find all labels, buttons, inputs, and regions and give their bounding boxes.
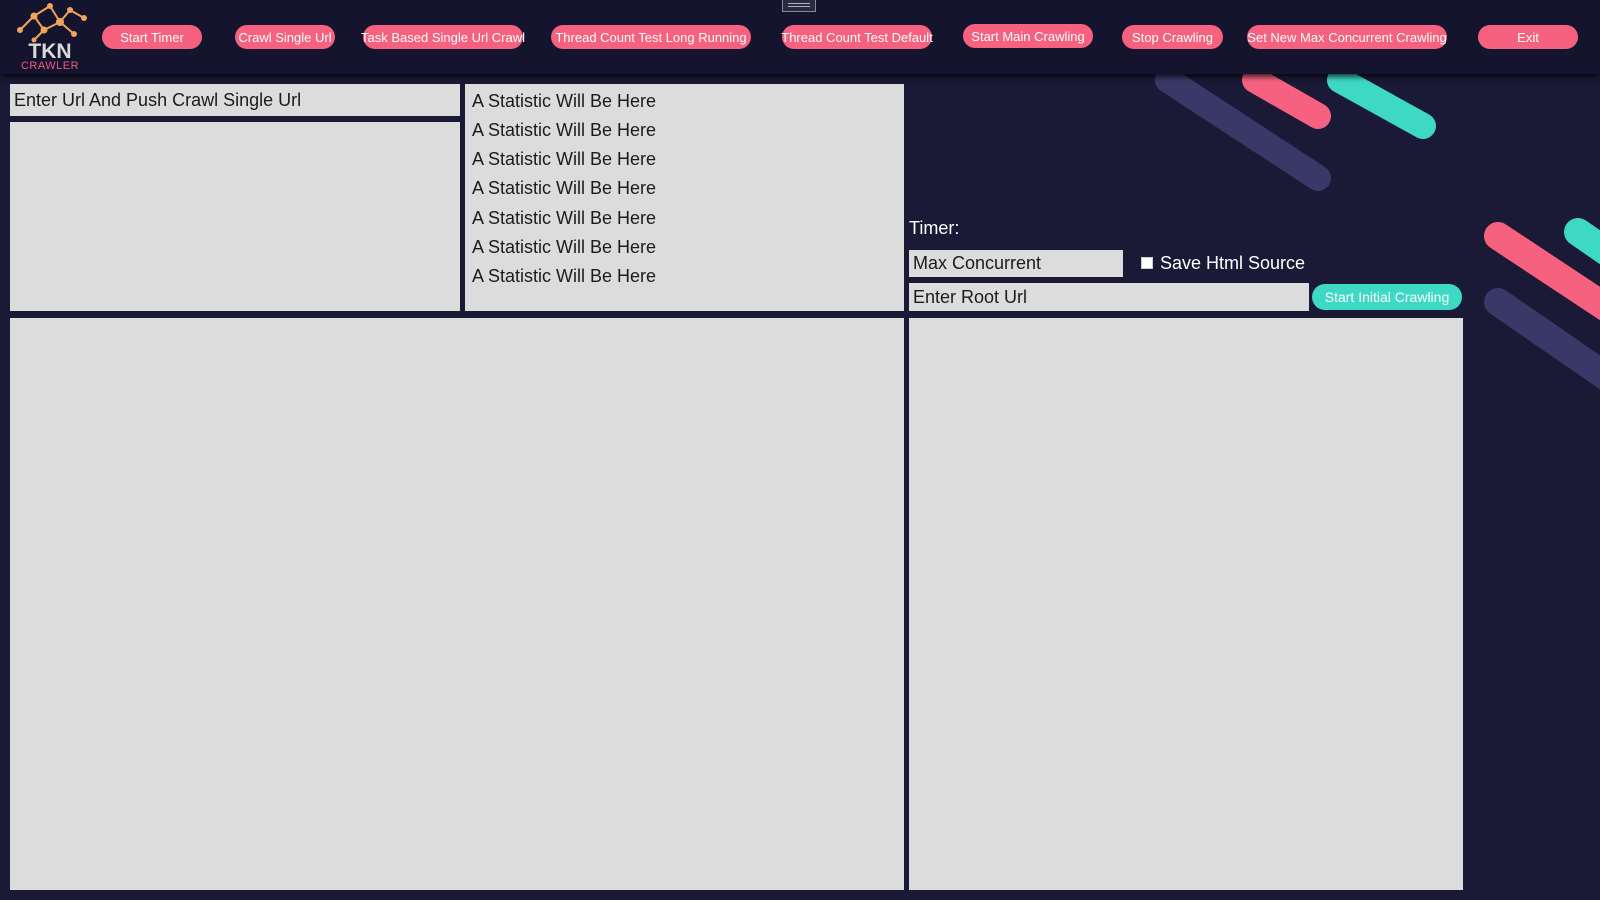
crawl-log-panel [10,318,904,890]
statistic-line: A Statistic Will Be Here [472,91,657,111]
statistics-panel: A Statistic Will Be Here A Statistic Wil… [465,84,904,311]
crawl-single-url-button[interactable]: Crawl Single Url [235,25,335,49]
statistic-line: A Statistic Will Be Here [472,266,657,286]
single-url-output-panel [10,122,460,311]
network-logo-icon [17,3,87,43]
statistic-line: A Statistic Will Be Here [472,178,657,198]
save-html-source-label: Save Html Source [1160,253,1306,273]
thread-count-test-default-button[interactable]: Thread Count Test Default [781,25,933,49]
root-url-input[interactable]: Enter Root Url [909,283,1309,311]
statistic-line: A Statistic Will Be Here [472,237,657,257]
exit-button[interactable]: Exit [1478,25,1578,49]
set-new-max-concurrent-crawling-button[interactable]: Set New Max Concurrent Crawling [1247,25,1447,49]
thread-count-test-long-running-button[interactable]: Thread Count Test Long Running [551,25,751,49]
start-initial-crawling-button[interactable]: Start Initial Crawling [1312,284,1462,310]
start-timer-button[interactable]: Start Timer [102,25,202,49]
app-logo: TKN CRAWLER [14,0,92,72]
max-concurrent-input[interactable]: Max Concurrent [909,250,1123,277]
start-main-crawling-button[interactable]: Start Main Crawling [963,24,1093,48]
statistic-line: A Statistic Will Be Here [472,120,657,140]
statistic-line: A Statistic Will Be Here [472,149,657,169]
task-based-single-url-crawl-button[interactable]: Task Based Single Url Crawl [361,25,525,49]
statistic-line: A Statistic Will Be Here [472,208,657,228]
drag-handle-icon[interactable] [782,0,816,12]
timer-label: Timer: [909,218,960,238]
single-url-input[interactable]: Enter Url And Push Crawl Single Url [10,84,460,116]
logo-subtitle: CRAWLER [20,60,80,72]
save-html-source-checkbox[interactable] [1141,257,1153,269]
stop-crawling-button[interactable]: Stop Crawling [1122,25,1223,49]
crawl-results-panel [909,318,1463,890]
